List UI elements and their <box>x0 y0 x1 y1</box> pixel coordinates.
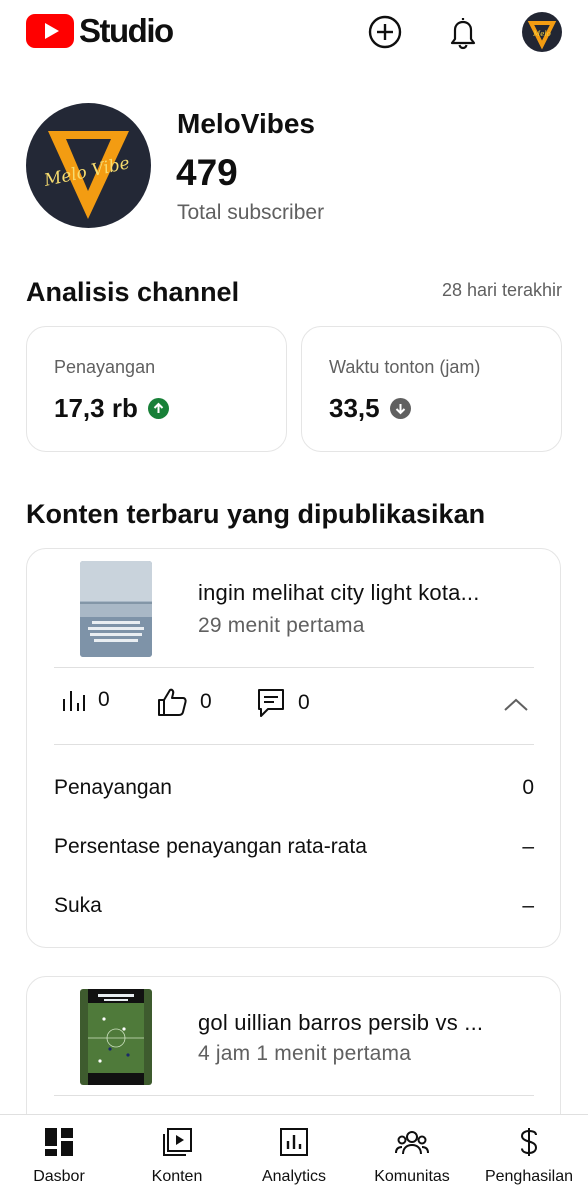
detail-label: Penayangan <box>54 776 172 799</box>
svg-text:Melo: Melo <box>532 30 551 38</box>
divider <box>54 1095 534 1096</box>
recent-content-title: Konten terbaru yang dipublikasikan <box>26 499 486 529</box>
nav-label: Konten <box>151 1168 203 1185</box>
analytics-title: Analisis channel <box>26 277 240 307</box>
analytics-icon <box>277 1125 311 1159</box>
nav-label: Penghasilan <box>484 1168 574 1185</box>
views-count: 0 <box>98 688 110 711</box>
community-icon <box>395 1125 429 1159</box>
nav-item-content[interactable]: Konten <box>118 1125 236 1186</box>
dashboard-icon <box>42 1125 76 1159</box>
metric-label: Penayangan <box>54 357 156 377</box>
nav-item-analytics[interactable]: Analytics <box>235 1125 353 1186</box>
channel-name: MeloVibes <box>177 108 315 139</box>
comments-count: 0 <box>298 691 310 714</box>
video-title[interactable]: gol uillian barros persib vs ... <box>198 1010 538 1036</box>
nav-item-earnings[interactable]: Penghasilan <box>470 1125 588 1186</box>
add-circle-icon[interactable] <box>367 14 403 50</box>
comments-stat: 0 <box>256 687 310 719</box>
account-avatar[interactable]: Melo <box>522 12 562 52</box>
app-header: Studio Melo <box>0 0 588 66</box>
likes-stat: 0 <box>156 687 212 717</box>
analytics-period: 28 hari terakhir <box>441 280 562 300</box>
metric-value: 17,3 rb <box>54 393 169 424</box>
bottom-nav: Dasbor Konten Analytics Komunitas Pengha… <box>0 1114 588 1200</box>
video-title[interactable]: ingin melihat city light kota... <box>198 580 538 606</box>
likes-count: 0 <box>200 690 212 713</box>
dollar-icon <box>512 1125 546 1159</box>
trend-down-icon <box>389 398 411 419</box>
studio-logo[interactable]: Studio <box>26 12 174 50</box>
metric-card-watch-time[interactable]: Waktu tonton (jam) 33,5 <box>301 326 562 452</box>
detail-row-likes: Suka – <box>54 894 534 918</box>
nav-label: Dasbor <box>33 1168 85 1185</box>
metric-value: 33,5 <box>329 393 411 424</box>
metric-value-text: 33,5 <box>329 393 380 423</box>
metric-value-text: 17,3 rb <box>54 393 138 423</box>
video-thumbnail[interactable] <box>80 561 152 657</box>
subscriber-count: 479 <box>176 152 238 193</box>
detail-row-avg-percentage: Persentase penayangan rata-rata – <box>54 835 534 859</box>
logo-text: Studio <box>79 12 174 49</box>
channel-avatar[interactable]: Melo Vibe <box>26 103 151 228</box>
detail-label: Suka <box>54 894 102 917</box>
bar-chart-icon <box>63 691 85 711</box>
detail-value: – <box>522 894 534 917</box>
bell-icon[interactable] <box>445 14 481 50</box>
views-stat: 0 <box>60 687 110 713</box>
nav-item-community[interactable]: Komunitas <box>353 1125 471 1186</box>
video-thumbnail[interactable] <box>80 989 152 1085</box>
chevron-up-icon[interactable] <box>503 697 529 718</box>
metric-label: Waktu tonton (jam) <box>329 357 481 377</box>
trend-up-icon <box>147 398 169 419</box>
subscriber-label: Total subscriber <box>177 201 325 224</box>
metric-card-views[interactable]: Penayangan 17,3 rb <box>26 326 287 452</box>
nav-label: Komunitas <box>374 1168 450 1185</box>
thumb-up-icon <box>158 688 187 716</box>
video-card[interactable]: ingin melihat city light kota... 29 meni… <box>26 548 561 948</box>
video-library-icon <box>160 1125 194 1159</box>
detail-label: Persentase penayangan rata-rata <box>54 835 367 858</box>
detail-value: – <box>522 835 534 858</box>
video-subtitle: 4 jam 1 menit pertama <box>198 1042 412 1065</box>
nav-item-dashboard[interactable]: Dasbor <box>0 1125 118 1186</box>
youtube-play-icon <box>26 14 74 48</box>
nav-label: Analytics <box>261 1168 327 1185</box>
detail-value: 0 <box>522 776 534 799</box>
divider <box>54 744 534 745</box>
detail-row-views: Penayangan 0 <box>54 776 534 800</box>
divider <box>54 667 534 668</box>
video-subtitle: 29 menit pertama <box>198 614 365 637</box>
comment-icon <box>258 689 284 717</box>
